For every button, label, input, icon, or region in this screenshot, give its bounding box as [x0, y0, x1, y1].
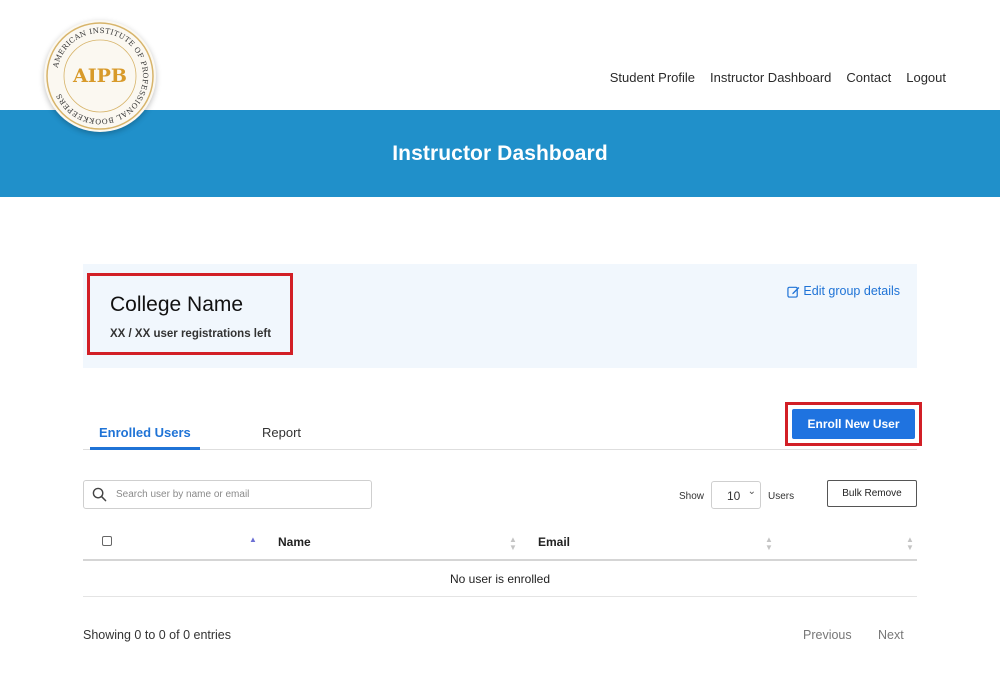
group-card: College Name XX / XX user registrations … [83, 264, 917, 368]
nav-instructor-dashboard[interactable]: Instructor Dashboard [710, 70, 831, 85]
enroll-new-user-button[interactable]: Enroll New User [792, 409, 915, 439]
group-info-highlight: College Name XX / XX user registrations … [87, 273, 293, 355]
logo-text: AIPB [72, 65, 127, 87]
nav-student-profile[interactable]: Student Profile [610, 70, 695, 85]
sort-icon[interactable]: ▲ ▼ [906, 536, 914, 552]
search-box[interactable] [83, 480, 372, 509]
edit-icon [787, 286, 800, 298]
column-email-header[interactable]: Email [538, 535, 570, 549]
nav-logout[interactable]: Logout [906, 70, 946, 85]
column-name-header[interactable]: Name [278, 535, 311, 549]
bulk-remove-button[interactable]: Bulk Remove [827, 480, 917, 507]
enroll-button-highlight: Enroll New User [785, 402, 922, 446]
group-name: College Name [110, 293, 244, 316]
select-all-checkbox[interactable] [102, 536, 112, 546]
users-label: Users [768, 491, 795, 502]
sort-icon[interactable]: ▲ ▼ [765, 536, 773, 552]
previous-page-button[interactable]: Previous [803, 628, 852, 642]
edit-group-details-label: Edit group details [803, 284, 900, 298]
show-label: Show [679, 491, 705, 502]
chevron-down-icon: ⌄ [747, 486, 756, 497]
registrations-left: XX / XX user registrations left [110, 328, 272, 340]
empty-table-message: No user is enrolled [83, 561, 917, 597]
search-input[interactable] [116, 489, 356, 500]
page-size-value: 10 [727, 489, 741, 503]
page-size-select[interactable]: 10 ⌄ [711, 481, 761, 509]
tab-enrolled-users[interactable]: Enrolled Users [90, 425, 200, 450]
entries-info: Showing 0 to 0 of 0 entries [83, 628, 232, 642]
table-header: ▲ Name ▲ ▼ Email ▲ ▼ ▲ ▼ [83, 526, 917, 561]
aipb-logo[interactable]: AMERICAN INSTITUTE OF PROFESSIONAL BOOKK… [44, 20, 156, 132]
sort-icon[interactable]: ▲ ▼ [509, 536, 517, 552]
top-nav: Student Profile Instructor Dashboard Con… [610, 70, 946, 85]
tab-report[interactable]: Report [262, 425, 301, 448]
nav-contact[interactable]: Contact [846, 70, 891, 85]
edit-group-details-link[interactable]: Edit group details [787, 284, 900, 298]
page-title: Instructor Dashboard [392, 141, 608, 165]
next-page-button[interactable]: Next [878, 628, 904, 642]
sort-up-icon[interactable]: ▲ [249, 536, 257, 544]
search-icon [92, 487, 107, 502]
